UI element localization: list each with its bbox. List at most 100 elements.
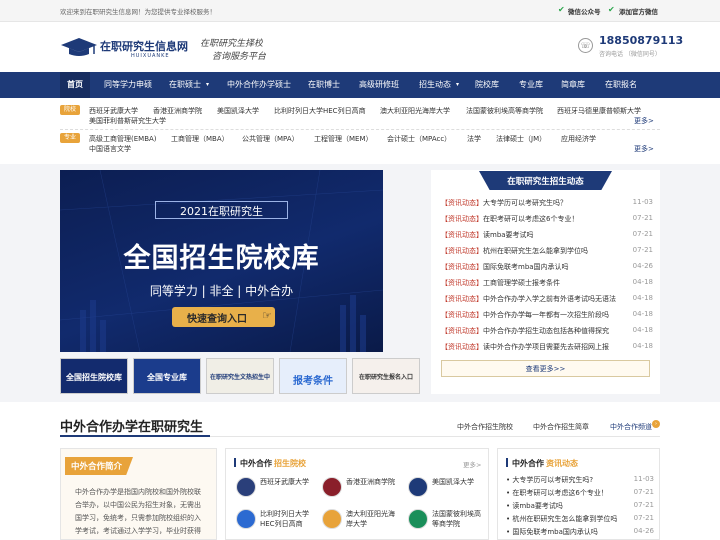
school-link[interactable]: 美国凯泽大学	[217, 106, 259, 116]
schools-card-title-highlight: 招生院校	[274, 459, 306, 468]
nav-item-inservice-master[interactable]: 在职硕士	[164, 72, 206, 98]
schools-more-link[interactable]: 更多>	[634, 116, 654, 126]
nav-item-advanced-course[interactable]: 高级研修班	[355, 72, 403, 98]
school-link[interactable]: 澳大利亚阳光海岸大学	[380, 106, 450, 116]
school-name: 西班牙武康大学	[260, 478, 309, 486]
news-item[interactable]: 【资讯动态】中外合作办学招生动态包括各种值得探究 04-18	[441, 326, 653, 338]
title-marker	[506, 458, 508, 467]
section-link-channel[interactable]: 中外合作频道	[610, 422, 652, 432]
major-link[interactable]: 工商管理（MBA）	[171, 134, 229, 144]
news-item-text: 【资讯动态】中外合作办学招生动态包括各种值得探究	[441, 326, 621, 336]
school-link[interactable]: 法国蒙彼利埃高等商学院	[466, 106, 543, 116]
thumb-conditions[interactable]: 报考条件	[279, 358, 347, 394]
school-card-item[interactable]: 比利时列日大学HEC列日高商	[236, 507, 316, 533]
news-item[interactable]: 【资讯动态】工商管理学硕士报考条件 04-18	[441, 278, 653, 290]
school-link[interactable]: 比利时列日大学HEC列日高商	[274, 106, 366, 116]
add-official-wechat-link[interactable]: 添加官方微信	[619, 6, 658, 16]
school-name: 比利时列日大学HEC列日高商	[260, 510, 309, 528]
news-item-title: 中外合作办学招生动态包括各种值得探究	[483, 327, 609, 335]
zw-news-item-date: 07-21	[633, 514, 654, 522]
nav-item-home[interactable]: 首页	[60, 72, 90, 98]
nav-item-major-library[interactable]: 专业库	[514, 72, 548, 98]
news-item[interactable]: 【资讯动态】读mba要考试吗 07-21	[441, 230, 653, 242]
zw-news-item-title: • 国际免联考mba国内承认吗	[506, 528, 598, 536]
news-item[interactable]: 【资讯动态】杭州在职研究生怎么能拿到学位吗 07-21	[441, 246, 653, 258]
thumb-major-library[interactable]: 全国专业库	[133, 358, 201, 394]
thumb-label: 在职研究生文热招生中	[209, 374, 270, 381]
thumb-hot-admission[interactable]: 在职研究生文热招生中	[206, 358, 274, 394]
school-link[interactable]: 西班牙武康大学	[89, 106, 138, 116]
news-item[interactable]: 【资讯动态】国际免联考mba国内承认吗 04-26	[441, 262, 653, 274]
news-item-tag: 【资讯动态】	[441, 279, 483, 287]
divider	[60, 129, 660, 130]
major-link[interactable]: 工程管理（MEM）	[314, 134, 373, 144]
nav-item-sino-foreign[interactable]: 中外合作办学硕士	[222, 72, 296, 98]
school-link[interactable]: 香港亚洲商学院	[153, 106, 202, 116]
majors-more-link[interactable]: 更多>	[634, 144, 654, 154]
news-item[interactable]: 【资讯动态】大专学历可以考研究生吗？ 11-03	[441, 198, 653, 210]
section-link-schools[interactable]: 中外合作招生院校	[457, 422, 513, 432]
zw-news-item-text: 大专学历可以考研究生吗?	[512, 476, 594, 484]
school-card-item[interactable]: 西班牙武康大学	[236, 475, 316, 501]
news-item-tag: 【资讯动态】	[441, 215, 483, 223]
news-item-text: 【资讯动态】国际免联考mba国内承认吗	[441, 262, 621, 272]
news-item[interactable]: 【资讯动态】中外合作办学入学之前有外语考试吗无语法 04-18	[441, 294, 653, 306]
news-item-title: 在职考研可以考虑这6个专业！	[483, 215, 579, 223]
section-link-brochures[interactable]: 中外合作招生简章	[533, 422, 589, 432]
news-item-text: 【资讯动态】在职考研可以考虑这6个专业！	[441, 214, 621, 224]
major-link[interactable]: 应用经济学	[561, 134, 596, 144]
nav-item-admission-news[interactable]: 招生动态	[414, 72, 456, 98]
major-link[interactable]: 法学	[467, 134, 481, 144]
school-card-item[interactable]: 澳大利亚阳光海岸大学	[322, 507, 402, 533]
news-item-title: 中外合作办学入学之前有外语考试吗无语法	[483, 295, 616, 303]
news-item-text: 【资讯动态】工商管理学硕士报考条件	[441, 278, 621, 288]
zw-news-item[interactable]: • 杭州在职研究生怎么能拿到学位吗 07-21	[506, 514, 654, 526]
nav-item-brochure-library[interactable]: 简章库	[558, 72, 588, 98]
news-item-date: 04-26	[632, 262, 653, 270]
graduation-cap-icon[interactable]	[60, 36, 98, 58]
wechat-public-link[interactable]: 微信公众号	[568, 6, 601, 16]
news-item[interactable]: 【资讯动态】中外合作办学每一年都有一次招生阶段吗 04-18	[441, 310, 653, 322]
school-card-item[interactable]: 美国凯泽大学	[408, 475, 488, 501]
zw-news-item[interactable]: • 大专学历可以考研究生吗? 11-03	[506, 475, 654, 487]
thumb-label: 全国专业库	[147, 373, 187, 382]
schools-card-more[interactable]: 更多>	[463, 459, 481, 469]
major-link[interactable]: 会计硕士（MPAcc）	[387, 134, 451, 144]
news-item-title: 读中外合作办学项目需要先去研招网上报	[483, 343, 609, 351]
nav-item-inservice-phd[interactable]: 在职博士	[304, 72, 344, 98]
school-card-item[interactable]: 法国蒙彼利埃高等商学院	[408, 507, 488, 533]
thumb-school-library[interactable]: 全国招生院校库	[60, 358, 128, 394]
site-logo-text[interactable]: 在职研究生信息网	[100, 38, 188, 54]
chevron-down-icon: ▾	[456, 81, 460, 88]
school-emblem-icon	[322, 509, 342, 529]
thumb-apply-entry[interactable]: 在职研究生报名入口	[352, 358, 420, 394]
news-item[interactable]: 【资讯动态】在职考研可以考虑这6个专业！ 07-21	[441, 214, 653, 226]
news-title: 在职研究生招生动态	[507, 177, 584, 187]
school-card-item[interactable]: 香港亚洲商学院	[322, 475, 402, 501]
hero-banner[interactable]: 2021在职研究生 全国招生院校库 同等学力 | 非全 | 中外合办 快速查询入…	[60, 170, 383, 352]
major-link[interactable]: 公共管理（MPA）	[242, 134, 299, 144]
nav-item-school-library[interactable]: 院校库	[470, 72, 504, 98]
major-link[interactable]: 高级工商管理(EMBA)	[89, 134, 157, 144]
nav-item-equivalent-degree[interactable]: 同等学力申硕	[98, 72, 158, 98]
zw-news-item[interactable]: • 在职考研可以考虑这6个专业！ 07-21	[506, 488, 654, 500]
news-item[interactable]: 【资讯动态】读中外合作办学项目需要先去研招网上报 04-18	[441, 342, 653, 354]
major-link[interactable]: 法律硕士（JM）	[496, 134, 546, 144]
main-nav: 首页 同等学力申硕 在职硕士 ▾ 中外合作办学硕士 在职博士 高级研修班 招生动…	[0, 72, 720, 98]
zw-news-item-title: • 大专学历可以考研究生吗?	[506, 476, 594, 484]
school-link[interactable]: 西班牙马德里康普顿斯大学	[557, 106, 641, 116]
school-link[interactable]: 美国菲利普斯研究生大学	[89, 116, 166, 126]
news-item-date: 07-21	[632, 214, 653, 222]
nav-item-apply[interactable]: 在职报名	[600, 72, 642, 98]
news-item-text: 【资讯动态】中外合作办学入学之前有外语考试吗无语法	[441, 294, 621, 304]
news-item-title: 杭州在职研究生怎么能拿到学位吗	[483, 247, 588, 255]
news-item-tag: 【资讯动态】	[441, 295, 483, 303]
school-emblem-icon	[236, 509, 256, 529]
zw-news-item-title: • 杭州在职研究生怎么能拿到学位吗	[506, 515, 618, 523]
zw-news-item[interactable]: • 国际免联考mba国内承认吗 04-26	[506, 527, 654, 539]
zw-news-item[interactable]: • 读mba要考试吗 07-21	[506, 501, 654, 513]
major-link[interactable]: 中国语言文学	[89, 144, 131, 154]
zw-news-item-date: 07-21	[633, 501, 654, 509]
title-marker	[234, 458, 236, 467]
phone-number[interactable]: 18850879113	[599, 34, 683, 47]
